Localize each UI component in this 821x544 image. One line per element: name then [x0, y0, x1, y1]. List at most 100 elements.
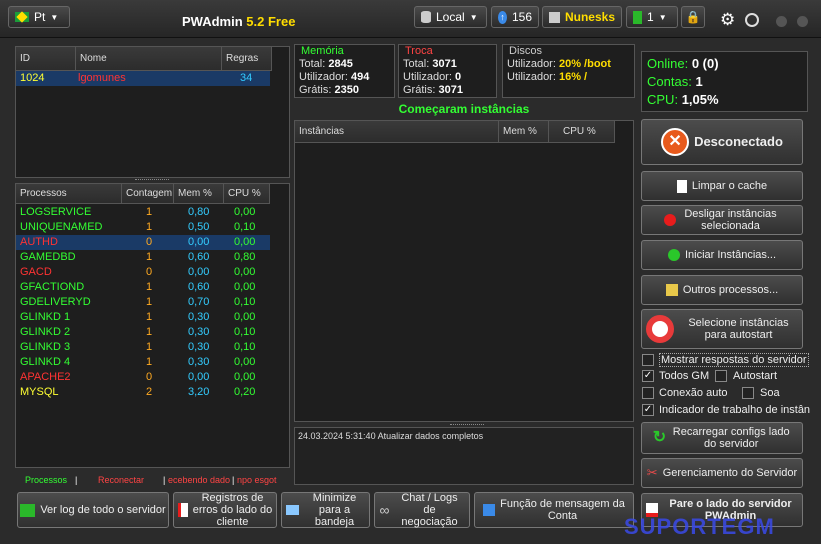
process-count: 1	[146, 296, 153, 308]
language-select[interactable]: Pt ▼	[8, 6, 70, 28]
chevron-down-icon: ▼	[50, 12, 59, 22]
table-row[interactable]: MYSQL 2 3,20 0,20	[16, 385, 270, 400]
start-instances-button[interactable]: Iniciar Instâncias...	[641, 240, 803, 270]
other-processes-button[interactable]: Outros processos...	[641, 275, 803, 305]
gear-icon[interactable]: ⚙	[720, 11, 735, 28]
minimize-icon[interactable]	[776, 16, 787, 27]
table-row[interactable]: GAMEDBD 1 0,60 0,80	[16, 250, 270, 265]
col-id[interactable]: ID	[16, 47, 76, 71]
splitter-handle[interactable]	[450, 424, 484, 425]
table-row[interactable]: GLINKD 4 1 0,30 0,00	[16, 355, 270, 370]
process-count: 1	[146, 206, 153, 218]
process-count: 1	[146, 326, 153, 338]
view-log-button[interactable]: Ver log de todo o servidor	[17, 492, 169, 528]
show-responses-label: Mostrar respostas do servidor	[659, 353, 809, 367]
col-cpu[interactable]: CPU %	[224, 184, 270, 204]
process-count: 1	[146, 341, 153, 353]
document-icon	[676, 179, 687, 193]
process-count: 0	[146, 266, 153, 278]
instance-indicator-label: Indicador de trabalho de instân	[659, 404, 811, 416]
server-select[interactable]: Local ▼	[414, 6, 487, 28]
table-row[interactable]: GLINKD 3 1 0,30 0,10	[16, 340, 270, 355]
col-instances[interactable]: Instâncias	[295, 121, 499, 143]
table-row[interactable]: GACD 0 0,00 0,00	[16, 265, 270, 280]
client-errors-button[interactable]: Registros de erros do lado do cliente	[173, 492, 277, 528]
disks-panel: Discos Utilizador: 20% /boot Utilizador:…	[502, 44, 635, 98]
clock-icon[interactable]	[745, 13, 759, 27]
col-rules[interactable]: Regras	[222, 47, 272, 71]
instances-table: Instâncias Mem % CPU %	[294, 120, 634, 422]
process-cpu: 0,20	[234, 386, 256, 398]
table-row[interactable]: UNIQUENAMED 1 0,50 0,10	[16, 220, 270, 235]
process-cpu: 0,10	[234, 296, 256, 308]
online-counter[interactable]: ↑ 156	[491, 6, 539, 28]
col-process[interactable]: Processos	[16, 184, 122, 204]
process-name: MYSQL	[20, 386, 59, 398]
table-row[interactable]: 1024 lgomunes 34	[16, 71, 270, 86]
door-icon	[633, 10, 642, 24]
stop-instances-button[interactable]: Desligar instâncias selecionada	[641, 205, 803, 235]
process-mem: 0,30	[188, 311, 210, 323]
table-row[interactable]: GDELIVERYD 1 0,70 0,10	[16, 295, 270, 310]
col-inst-mem[interactable]: Mem %	[499, 121, 549, 143]
sound-checkbox[interactable]	[742, 387, 754, 399]
autostart-button[interactable]: Selecione instâncias para autostart	[641, 309, 803, 349]
clear-cache-button[interactable]: Limpar o cache	[641, 171, 803, 201]
table-row[interactable]: GFACTIOND 1 0,60 0,00	[16, 280, 270, 295]
autostart-label: Autostart	[733, 370, 778, 382]
process-cpu: 0,80	[234, 251, 256, 263]
process-cpu: 0,00	[234, 236, 256, 248]
green-dot-icon	[667, 249, 680, 261]
process-cpu: 0,00	[234, 281, 256, 293]
process-count: 1	[146, 221, 153, 233]
process-name: GACD	[20, 266, 52, 278]
process-mem: 0,30	[188, 341, 210, 353]
table-row[interactable]: APACHE2 0 0,00 0,00	[16, 370, 270, 385]
table-row[interactable]: GLINKD 2 1 0,30 0,10	[16, 325, 270, 340]
process-cpu: 0,10	[234, 341, 256, 353]
tray-icon	[285, 505, 299, 515]
instance-indicator-checkbox[interactable]: ✓	[642, 404, 654, 416]
process-name: APACHE2	[20, 371, 71, 383]
server-management-button[interactable]: ✂ Gerenciamento do Servidor	[641, 458, 803, 488]
watermark-logo: SUPORTEGM	[624, 514, 775, 539]
disconnect-button[interactable]: ✕ Desconectado	[641, 119, 803, 165]
table-row[interactable]: AUTHD 0 0,00 0,00	[16, 235, 270, 250]
app-title: PWAdmin 5.2 Free	[182, 14, 296, 29]
col-inst-cpu[interactable]: CPU %	[549, 121, 615, 143]
process-name: GLINKD 1	[20, 311, 71, 323]
process-cpu: 0,00	[234, 206, 256, 218]
table-row[interactable]: LOGSERVICE 1 0,80 0,00	[16, 205, 270, 220]
process-name: LOGSERVICE	[20, 206, 92, 218]
autostart-checkbox[interactable]	[715, 370, 727, 382]
process-name: GDELIVERYD	[20, 296, 91, 308]
splitter-handle[interactable]	[135, 179, 169, 182]
process-name: AUTHD	[20, 236, 58, 248]
process-mem: 0,00	[188, 236, 210, 248]
memory-panel: Memória Total: 2845 Utilizador: 494 Grát…	[294, 44, 395, 98]
process-name: GLINKD 3	[20, 341, 71, 353]
all-gm-checkbox[interactable]: ✓	[642, 370, 654, 382]
process-mem: 0,80	[188, 206, 210, 218]
lock-button[interactable]: 🔒	[681, 6, 705, 28]
message-function-button[interactable]: Função de mensagem da Conta	[474, 492, 634, 528]
table-row[interactable]: GLINKD 1 1 0,30 0,00	[16, 310, 270, 325]
col-count[interactable]: Contagem	[122, 184, 174, 204]
minimize-tray-button[interactable]: Minimize para a bandeja	[281, 492, 370, 528]
chat-logs-button[interactable]: ∞ Chat / Logs de negociação	[374, 492, 470, 528]
user-badge[interactable]: Nunesks	[542, 6, 622, 28]
log-panel[interactable]: 24.03.2024 5:31:40 Atualizar dados compl…	[294, 427, 634, 485]
col-name[interactable]: Nome	[76, 47, 222, 71]
show-responses-checkbox[interactable]	[642, 354, 654, 366]
close-icon[interactable]	[797, 16, 808, 27]
download-icon	[20, 503, 36, 517]
process-count: 0	[146, 371, 153, 383]
process-count: 2	[146, 386, 153, 398]
process-cpu: 0,00	[234, 371, 256, 383]
reload-configs-button[interactable]: ↻ Recarregar configs lado do servidor	[641, 422, 803, 454]
col-mem[interactable]: Mem %	[174, 184, 224, 204]
auto-connect-checkbox[interactable]	[642, 387, 654, 399]
process-cpu: 0,00	[234, 311, 256, 323]
process-mem: 0,00	[188, 371, 210, 383]
level-select[interactable]: 1 ▼	[626, 6, 678, 28]
